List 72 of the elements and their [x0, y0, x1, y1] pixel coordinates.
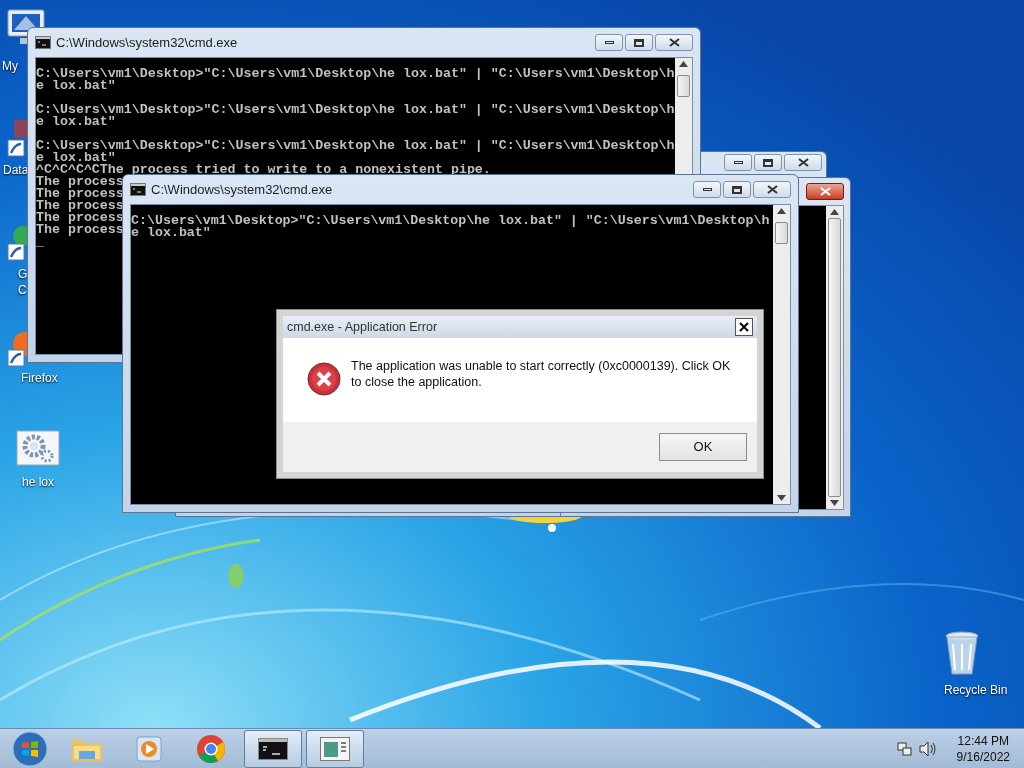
minimize-icon	[733, 161, 743, 164]
close-icon	[668, 38, 680, 47]
close-button[interactable]	[753, 181, 791, 198]
recycle-bin-icon	[944, 630, 980, 676]
maximize-button[interactable]	[754, 154, 782, 171]
maximize-icon	[763, 158, 773, 167]
console-line: The process	[36, 176, 124, 188]
desktop-icon-label[interactable]: Firefox	[21, 370, 58, 386]
console-line: The process	[36, 188, 124, 200]
close-icon	[739, 322, 749, 332]
window-title: C:\Windows\system32\cmd.exe	[56, 33, 238, 52]
console-line: C:\Users\vm1\Desktop>"C:\Users\vm1\Desktop\he lox.bat" | "C:\Users\vm1\Desktop\h	[36, 68, 675, 80]
volume-icon[interactable]	[918, 740, 937, 757]
scroll-thumb[interactable]	[775, 222, 788, 244]
maximize-button[interactable]	[625, 34, 653, 51]
close-button[interactable]	[655, 34, 693, 51]
desktop-icon-label[interactable]: G	[18, 266, 28, 282]
console-line: e lox.bat"	[36, 80, 116, 92]
scroll-up-icon[interactable]	[679, 61, 688, 67]
start-orb-icon	[12, 730, 48, 767]
gear-file-icon	[16, 430, 60, 466]
close-button[interactable]	[784, 154, 822, 171]
ok-button[interactable]: OK	[659, 433, 747, 461]
close-icon	[797, 158, 809, 167]
network-icon[interactable]	[896, 740, 913, 757]
desktop-icon-label[interactable]: C	[18, 282, 28, 298]
media-player-icon	[135, 734, 163, 763]
console-line: The process	[36, 200, 124, 212]
scroll-down-icon[interactable]	[777, 495, 786, 501]
clock-date[interactable]: 9/16/2022	[956, 748, 1010, 765]
console-line: _	[36, 236, 44, 248]
console-line: The process	[36, 212, 124, 224]
scroll-down-icon[interactable]	[830, 500, 839, 506]
console-line: The process	[36, 224, 124, 236]
scroll-up-icon[interactable]	[777, 208, 786, 214]
console-icon	[130, 183, 146, 196]
console-line: e lox.bat"	[36, 116, 116, 128]
minimize-button[interactable]	[595, 34, 623, 51]
chrome-icon	[196, 733, 226, 764]
maximize-icon	[634, 38, 644, 47]
error-message: The application was unable to start correctly (0xc0000139). Click OK to close the application.	[351, 358, 732, 390]
taskbar-button[interactable]	[244, 729, 302, 768]
minimize-button[interactable]	[724, 154, 752, 171]
maximize-button[interactable]	[723, 181, 751, 198]
scrollbar[interactable]	[773, 205, 790, 504]
close-button[interactable]	[806, 183, 844, 200]
console-line: C:\Users\vm1\Desktop>"C:\Users\vm1\Desktop\he lox.bat" | "C:\Users\vm1\Desktop\h	[36, 104, 675, 116]
maximize-icon	[732, 185, 742, 194]
close-button[interactable]	[735, 318, 753, 336]
document-window-icon	[320, 736, 350, 761]
error-icon	[307, 362, 341, 396]
minimize-icon	[604, 41, 614, 44]
console-line: e lox.bat"	[36, 152, 116, 164]
scroll-up-icon[interactable]	[830, 209, 839, 215]
minimize-button[interactable]	[693, 181, 721, 198]
console-line: e lox.bat"	[131, 227, 211, 239]
minimize-icon	[702, 188, 712, 191]
console-icon	[35, 36, 51, 49]
desktop-icon-label[interactable]: Data	[3, 162, 29, 178]
desktop-icon-label[interactable]: My	[2, 58, 18, 74]
close-icon	[766, 185, 778, 194]
window-title: C:\Windows\system32\cmd.exe	[151, 180, 333, 199]
scrollbar[interactable]	[826, 206, 843, 509]
dialog-title: cmd.exe - Application Error	[287, 318, 438, 336]
close-icon	[819, 187, 831, 196]
scroll-thumb[interactable]	[677, 75, 690, 97]
console-icon	[258, 737, 288, 760]
console-line: C:\Users\vm1\Desktop>"C:\Users\vm1\Desktop\he lox.bat" | "C:\Users\vm1\Desktop\h	[131, 215, 770, 227]
console-line: C:\Users\vm1\Desktop>"C:\Users\vm1\Desktop\he lox.bat" | "C:\Users\vm1\Desktop\h	[36, 140, 675, 152]
scroll-thumb[interactable]	[828, 218, 841, 497]
desktop-icon-label[interactable]: Recycle Bin	[944, 682, 1008, 698]
clock-time[interactable]: 12:44 PM	[957, 732, 1009, 749]
